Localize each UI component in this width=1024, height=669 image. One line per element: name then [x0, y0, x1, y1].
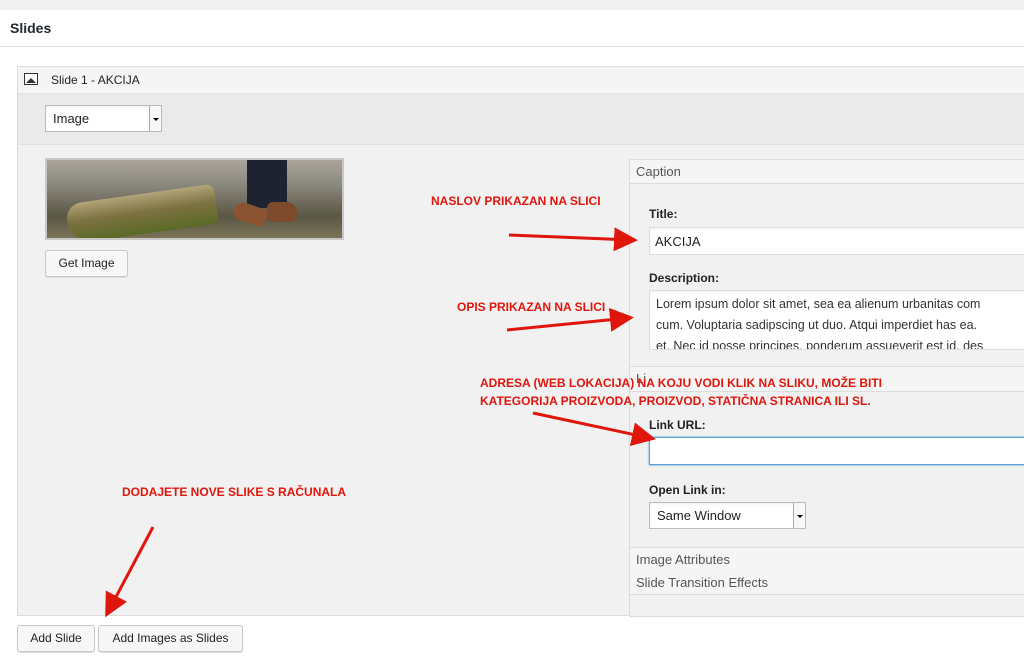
- get-image-button[interactable]: Get Image: [45, 250, 128, 277]
- add-images-as-slides-button[interactable]: Add Images as Slides: [98, 625, 243, 652]
- title-input[interactable]: AKCIJA: [649, 227, 1024, 255]
- slide-type-value: Image: [53, 111, 90, 126]
- chevron-down-icon: [149, 106, 161, 131]
- annotation-description-note: OPIS PRIKAZAN NA SLICI: [457, 300, 606, 314]
- section-header: Slides: [0, 10, 1024, 47]
- annotation-title-note: NASLOV PRIKAZAN NA SLICI: [431, 194, 601, 208]
- description-line: cum. Voluptaria sadipscing ut duo. Atqui…: [656, 318, 978, 332]
- description-line: et. Nec id posse principes, ponderum ass…: [656, 339, 984, 350]
- open-link-value: Same Window: [657, 508, 741, 523]
- description-textarea[interactable]: Lorem ipsum dolor sit amet, sea ea alien…: [649, 290, 1024, 350]
- link-url-label: Link URL:: [649, 418, 706, 432]
- open-link-label: Open Link in:: [649, 483, 726, 497]
- slide-type-select[interactable]: Image: [45, 105, 162, 132]
- title-label: Title:: [649, 207, 678, 221]
- slide-type-bar: Image: [18, 94, 1024, 145]
- title-input-value: AKCIJA: [655, 234, 701, 249]
- link-url-input[interactable]: [649, 437, 1024, 465]
- caption-panel-header[interactable]: Caption: [630, 160, 1024, 184]
- annotation-add-note: DODAJETE NOVE SLIKE S RAČUNALA: [122, 485, 347, 499]
- slide-header[interactable]: Slide 1 - AKCIJA: [18, 67, 1024, 94]
- description-label: Description:: [649, 271, 720, 285]
- transition-effects-label: Slide Transition Effects: [636, 575, 768, 590]
- slide-image-thumbnail: [45, 158, 344, 240]
- add-slide-button[interactable]: Add Slide: [17, 625, 95, 652]
- image-attributes-label: Image Attributes: [636, 552, 730, 567]
- image-attributes-header[interactable]: Image Attributes: [630, 547, 1024, 572]
- image-icon: [24, 73, 38, 85]
- slide-title: Slide 1 - AKCIJA: [51, 73, 140, 87]
- caption-header-label: Caption: [636, 164, 681, 179]
- description-line: Lorem ipsum dolor sit amet, sea ea alien…: [656, 297, 981, 311]
- annotation-link-note-1: ADRESA (WEB LOKACIJA) NA KOJU VODI KLIK …: [480, 376, 882, 390]
- slide-box: Slide 1 - AKCIJA Image Get Image Caption…: [17, 66, 1024, 617]
- chevron-down-icon: [793, 503, 805, 528]
- open-link-select[interactable]: Same Window: [649, 502, 806, 529]
- section-title: Slides: [10, 20, 52, 36]
- transition-effects-header[interactable]: Slide Transition Effects: [630, 571, 1024, 595]
- annotation-link-note-2: KATEGORIJA PROIZVODA, PROIZVOD, STATIČNA…: [480, 394, 871, 408]
